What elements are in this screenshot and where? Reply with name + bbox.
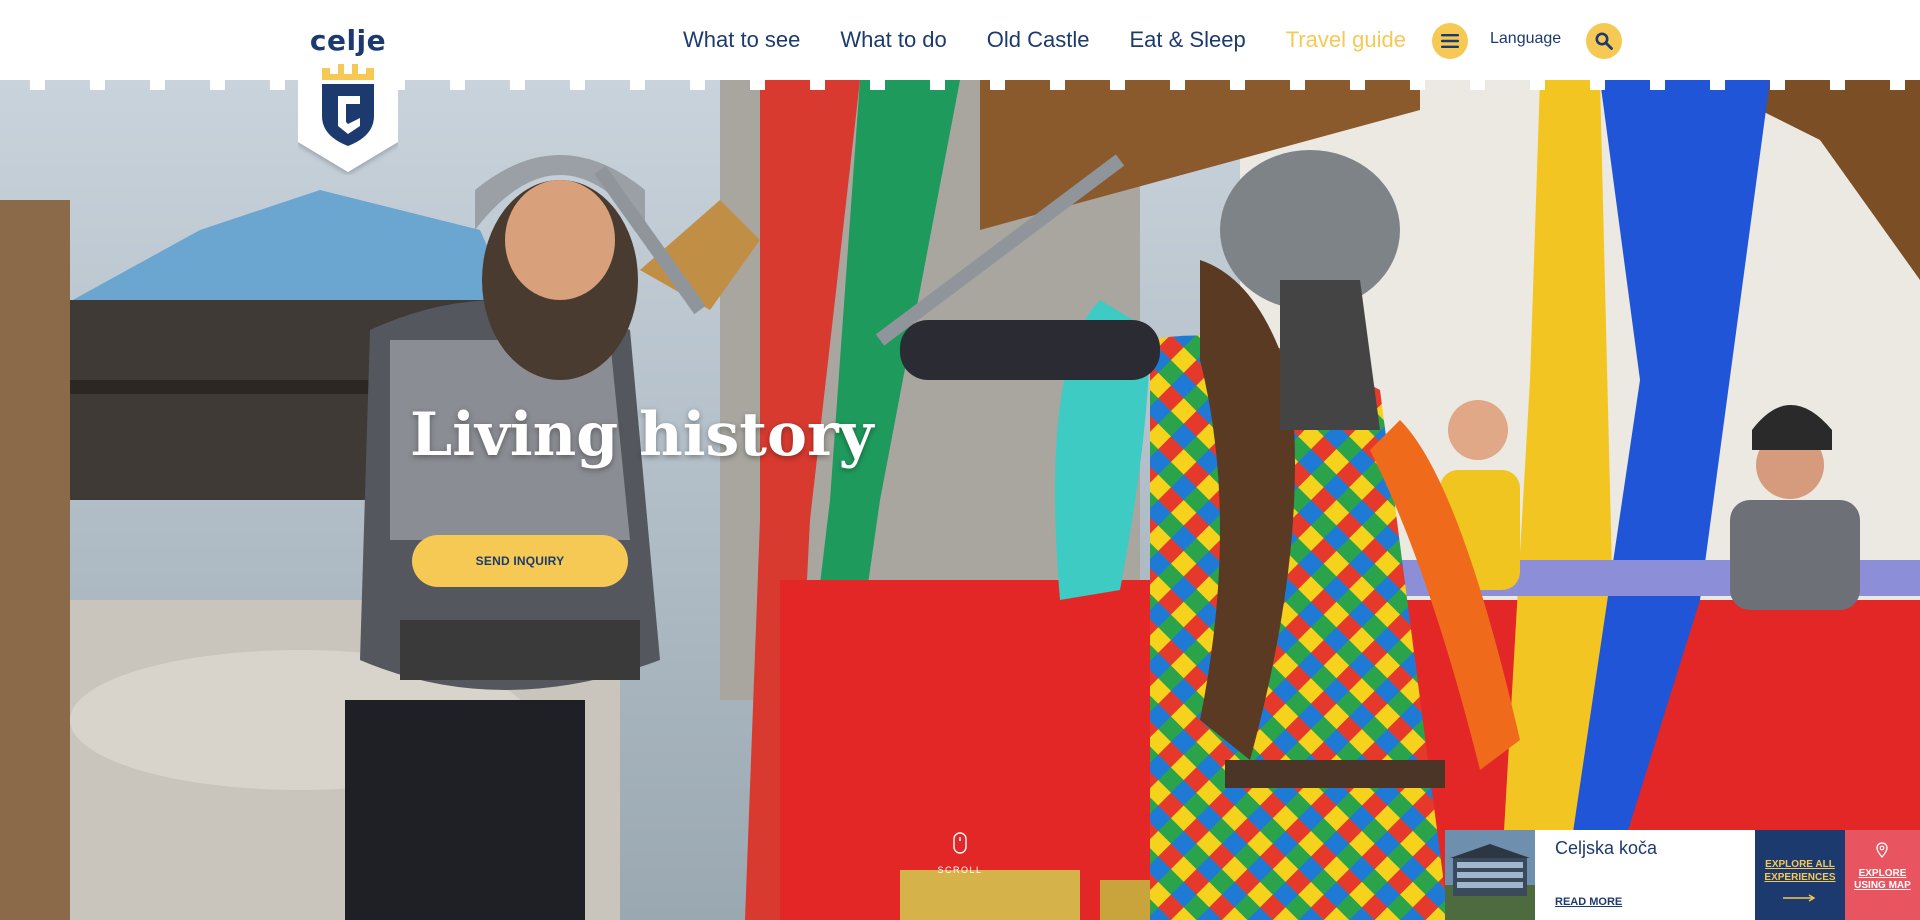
hero-photo [0, 80, 1920, 920]
mouse-icon [953, 832, 967, 854]
site-logo[interactable]: celje [298, 0, 398, 175]
main-nav: What to see What to do Old Castle Eat & … [683, 0, 1406, 80]
nav-item-what-to-do[interactable]: What to do [840, 27, 946, 53]
card-body[interactable]: Celjska koča READ MORE [1535, 830, 1755, 920]
hamburger-icon [1441, 34, 1459, 48]
explore-map-label: EXPLORE USING MAP [1854, 868, 1911, 891]
hotel-photo [1445, 830, 1535, 920]
nav-item-old-castle[interactable]: Old Castle [987, 27, 1090, 53]
nav-item-eat-sleep[interactable]: Eat & Sleep [1130, 27, 1246, 53]
send-inquiry-button[interactable]: SEND INQUIRY [412, 535, 628, 587]
site-header: What to see What to do Old Castle Eat & … [0, 0, 1920, 80]
logo-text: celje [309, 24, 387, 57]
menu-button[interactable] [1432, 23, 1468, 59]
nav-item-what-to-see[interactable]: What to see [683, 27, 800, 53]
battlement-decoration [30, 80, 1905, 90]
language-selector[interactable]: Language [1490, 30, 1561, 48]
search-icon [1595, 32, 1613, 50]
search-button[interactable] [1586, 23, 1622, 59]
arrow-right-icon [1783, 894, 1816, 902]
read-more-link[interactable]: READ MORE [1555, 896, 1622, 908]
hero-image [0, 80, 1920, 920]
scroll-label: SCROLL [937, 865, 983, 875]
map-pin-icon [1876, 842, 1888, 858]
explore-all-button[interactable]: EXPLORE ALL EXPERIENCES [1755, 830, 1845, 920]
card-thumbnail[interactable] [1445, 830, 1535, 920]
explore-map-button[interactable]: EXPLORE USING MAP [1845, 830, 1920, 920]
hero-title: Living history [410, 400, 874, 470]
page: What to see What to do Old Castle Eat & … [0, 0, 1920, 920]
nav-item-travel-guide[interactable]: Travel guide [1286, 27, 1406, 53]
scroll-indicator[interactable]: SCROLL [930, 832, 990, 875]
explore-all-label: EXPLORE ALL EXPERIENCES [1764, 859, 1836, 883]
card-title: Celjska koča [1555, 838, 1658, 858]
featured-card: Celjska koča READ MORE EXPLORE ALL EXPER… [1445, 830, 1920, 920]
